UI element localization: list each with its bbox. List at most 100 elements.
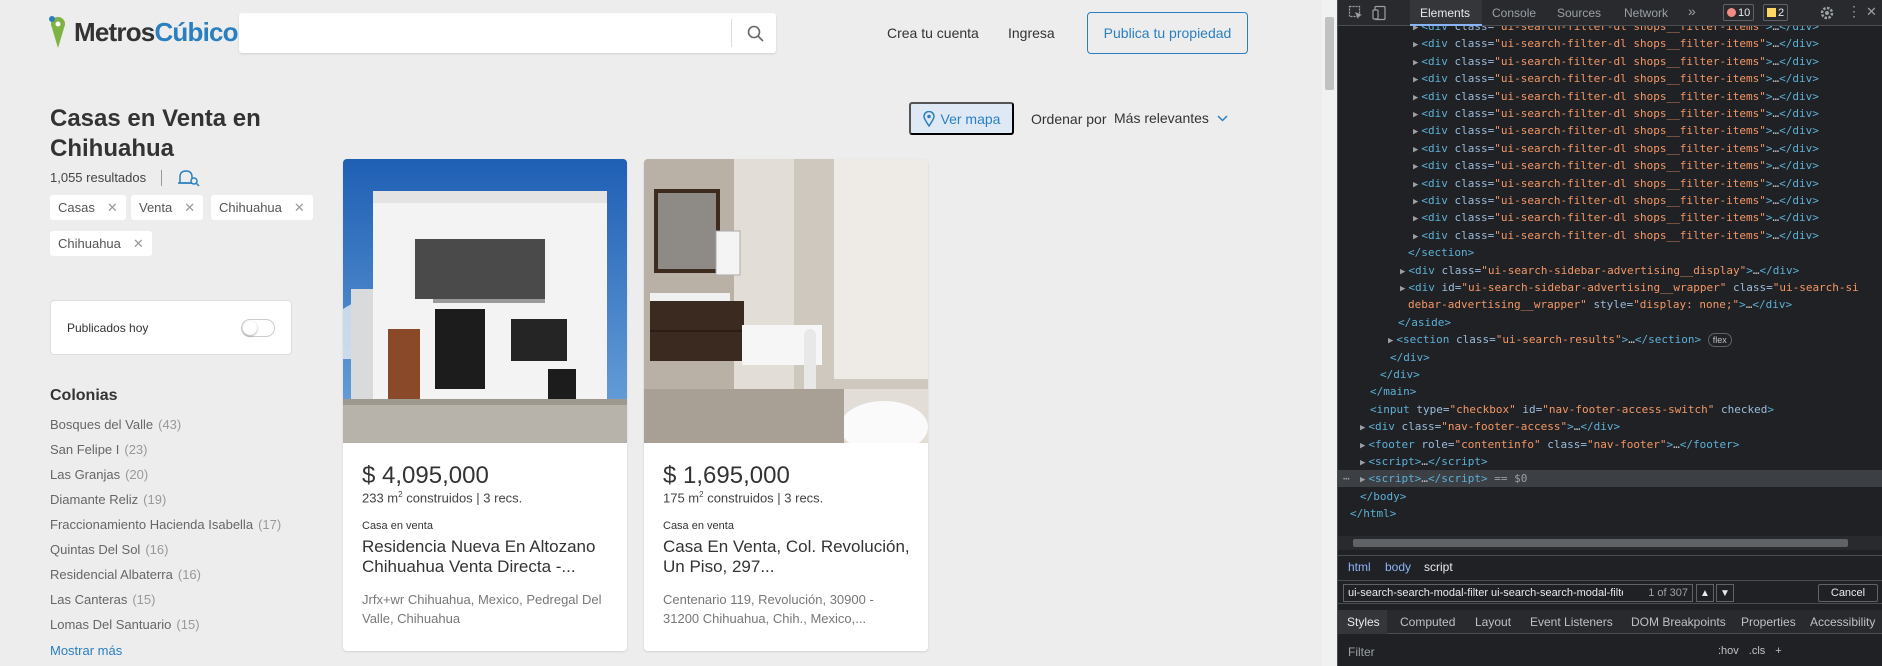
colonia-link[interactable]: Quintas Del Sol (16): [50, 541, 281, 566]
search-input[interactable]: [253, 23, 743, 43]
dom-node-row[interactable]: ▶ <div class="ui-search-filter-dl shops__…: [1413, 35, 1819, 52]
colonia-link[interactable]: Residencial Albaterra (16): [50, 566, 281, 591]
tab-styles[interactable]: Styles: [1347, 615, 1380, 629]
colonia-link[interactable]: Diamante Reliz (19): [50, 491, 281, 516]
dom-node-row[interactable]: </section>: [1408, 244, 1474, 261]
filter-chip[interactable]: Chihuahua ✕: [211, 195, 313, 220]
dom-node-row[interactable]: ▶ <div class="ui-search-filter-dl shops__…: [1413, 53, 1819, 70]
dom-node-row[interactable]: ▶ <div class="ui-search-filter-dl shops__…: [1413, 227, 1819, 244]
node-menu-icon[interactable]: ⋯: [1343, 470, 1350, 487]
search-bar[interactable]: [239, 13, 776, 53]
property-card[interactable]: $ 4,095,000 233 m2 construidos | 3 recs.…: [343, 159, 627, 651]
dom-node-row[interactable]: </main>: [1370, 383, 1416, 400]
colonia-link[interactable]: San Felipe I (23): [50, 441, 281, 466]
dom-node-row[interactable]: ⋯ ▶ <script>…</script> == $0: [1343, 470, 1527, 487]
dom-node-row[interactable]: ▶ <div class="ui-search-sidebar-advertisi…: [1400, 262, 1799, 279]
view-map-button[interactable]: Ver mapa: [909, 102, 1014, 135]
device-toolbar-icon[interactable]: [1372, 5, 1388, 21]
class-toggle[interactable]: .cls: [1749, 645, 1766, 657]
tab-dom-breakpoints[interactable]: DOM Breakpoints: [1631, 615, 1726, 629]
expand-triangle-icon[interactable]: ▶: [1360, 441, 1365, 451]
colonia-link[interactable]: Lomas Del Santuario (15): [50, 616, 281, 641]
filter-chip[interactable]: Venta ✕: [131, 195, 204, 220]
tab-event-listeners[interactable]: Event Listeners: [1530, 615, 1613, 629]
find-cancel-button[interactable]: Cancel: [1818, 584, 1878, 602]
dom-horizontal-scrollbar[interactable]: [1338, 536, 1882, 550]
tab-sources[interactable]: Sources: [1557, 6, 1601, 20]
find-input[interactable]: ui-search-search-modal-filter ui-search-…: [1343, 584, 1693, 602]
page-scrollbar-thumb[interactable]: [1325, 17, 1334, 90]
remove-filter-icon[interactable]: ✕: [294, 200, 305, 216]
colonia-link[interactable]: Fraccionamiento Hacienda Isabella (17): [50, 516, 281, 541]
dom-tree[interactable]: ▶ <div class="ui-search-filter-dl shops__…: [1338, 26, 1882, 536]
dom-node-row[interactable]: ▶ <div class="ui-search-filter-dl shops__…: [1413, 88, 1819, 105]
dom-node-row[interactable]: </div>: [1380, 366, 1420, 383]
expand-triangle-icon[interactable]: ▶: [1413, 162, 1418, 172]
dom-node-row[interactable]: ▶ <div class="ui-search-filter-dl shops__…: [1413, 175, 1819, 192]
hover-state-toggle[interactable]: :hov: [1718, 645, 1739, 657]
dom-node-row[interactable]: <input type="checkbox" id="nav-footer-ac…: [1370, 401, 1774, 418]
expand-triangle-icon[interactable]: ▶: [1413, 93, 1418, 103]
expand-triangle-icon[interactable]: ▶: [1388, 336, 1393, 346]
dom-node-row[interactable]: ▶ <section class="ui-search-results">…</s…: [1388, 331, 1732, 348]
colonia-link[interactable]: Las Granjas (20): [50, 466, 281, 491]
tab-computed[interactable]: Computed: [1400, 615, 1455, 629]
dom-node-row[interactable]: ▶ <div class="ui-search-filter-dl shops__…: [1413, 157, 1819, 174]
dom-node-row[interactable]: ▶ <footer role="contentinfo" class="nav-f…: [1360, 436, 1739, 453]
tab-console[interactable]: Console: [1492, 6, 1536, 20]
filter-input[interactable]: Filter: [1348, 645, 1375, 659]
property-title[interactable]: Residencia Nueva En Altozano Chihuahua V…: [362, 537, 612, 577]
find-next-button[interactable]: ▼: [1716, 584, 1734, 602]
expand-triangle-icon[interactable]: ▶: [1360, 458, 1365, 468]
dom-node-row[interactable]: ▶ <div class="ui-search-filter-dl shops__…: [1413, 105, 1819, 122]
expand-triangle-icon[interactable]: ▶: [1360, 423, 1365, 433]
new-rule-button[interactable]: +: [1775, 645, 1781, 657]
expand-triangle-icon[interactable]: ▶: [1413, 26, 1418, 33]
tab-layout[interactable]: Layout: [1475, 615, 1511, 629]
settings-gear-icon[interactable]: [1819, 5, 1835, 21]
dom-node-row[interactable]: ▶ <div class="ui-search-filter-dl shops__…: [1413, 122, 1819, 139]
dom-node-row[interactable]: </body>: [1360, 488, 1406, 505]
colonia-link[interactable]: Bosques del Valle (43): [50, 416, 281, 441]
sort-dropdown[interactable]: Más relevantes: [1114, 110, 1228, 126]
expand-triangle-icon[interactable]: ▶: [1400, 267, 1405, 277]
published-today-toggle[interactable]: [241, 319, 275, 337]
breadcrumb-body[interactable]: body: [1385, 560, 1411, 574]
tab-elements[interactable]: Elements: [1420, 6, 1470, 20]
property-card[interactable]: $ 1,695,000 175 m2 construidos | 3 recs.…: [644, 159, 928, 651]
dom-node-row[interactable]: ▶ <div class="ui-search-filter-dl shops__…: [1413, 192, 1819, 209]
page-scrollbar[interactable]: [1322, 0, 1337, 666]
tab-accessibility[interactable]: Accessibility: [1810, 615, 1875, 629]
property-title[interactable]: Casa En Venta, Col. Revolución, Un Piso,…: [663, 537, 913, 577]
filter-chip[interactable]: Chihuahua ✕: [50, 231, 152, 256]
find-previous-button[interactable]: ▲: [1696, 584, 1714, 602]
login-link[interactable]: Ingresa: [1008, 25, 1055, 41]
dom-node-row[interactable]: ▶ <div class="nav-footer-access">…</div>: [1360, 418, 1620, 435]
dom-node-row[interactable]: ▶ <div class="ui-search-filter-dl shops__…: [1413, 140, 1819, 157]
expand-triangle-icon[interactable]: ▶: [1400, 284, 1405, 294]
search-alert-icon[interactable]: [176, 168, 200, 188]
expand-triangle-icon[interactable]: ▶: [1413, 40, 1418, 50]
dom-node-row[interactable]: </html>: [1350, 505, 1396, 522]
error-count-badge[interactable]: 10: [1723, 4, 1755, 21]
breadcrumb-script[interactable]: script: [1424, 560, 1453, 574]
colonia-link[interactable]: Las Canteras (15): [50, 591, 281, 616]
expand-triangle-icon[interactable]: ▶: [1413, 58, 1418, 68]
expand-triangle-icon[interactable]: ▶: [1413, 180, 1418, 190]
expand-triangle-icon[interactable]: ▶: [1413, 214, 1418, 224]
inspect-element-icon[interactable]: [1348, 5, 1364, 21]
dom-node-row[interactable]: </aside>: [1398, 314, 1451, 331]
publish-property-button[interactable]: Publica tu propiedad: [1087, 12, 1248, 54]
expand-triangle-icon[interactable]: ▶: [1413, 75, 1418, 85]
create-account-link[interactable]: Crea tu cuenta: [887, 25, 979, 41]
search-button[interactable]: [739, 17, 771, 49]
styles-filter[interactable]: Filter :hov .cls +: [1338, 637, 1882, 666]
property-photo[interactable]: [343, 159, 627, 443]
dom-node-row[interactable]: </div>: [1390, 349, 1430, 366]
show-more-link[interactable]: Mostrar más: [50, 643, 122, 658]
customize-menu-icon[interactable]: ⋮: [1847, 3, 1861, 20]
property-photo[interactable]: [644, 159, 928, 443]
tab-network[interactable]: Network: [1624, 6, 1668, 20]
filter-chip[interactable]: Casas ✕: [50, 195, 126, 220]
dom-node-row[interactable]: debar-advertising__wrapper" style="displ…: [1408, 296, 1792, 313]
